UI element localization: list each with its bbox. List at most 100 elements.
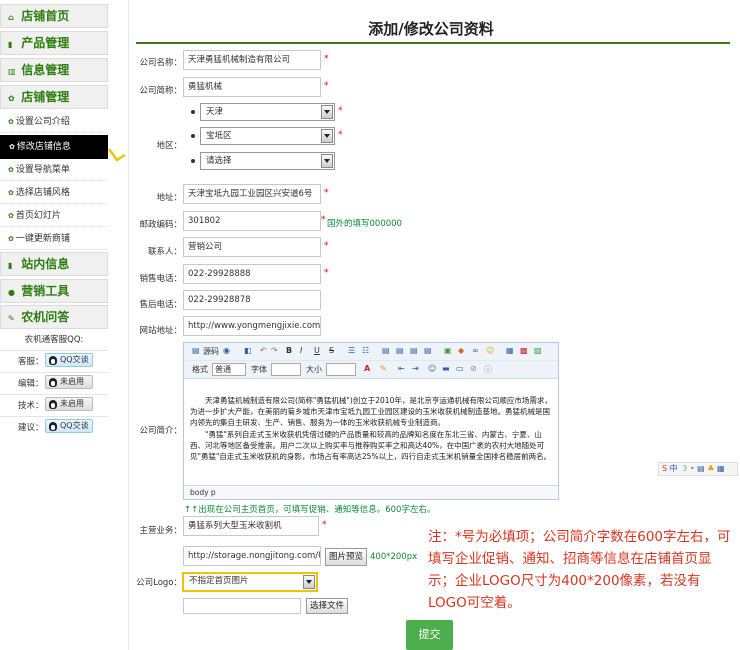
choose-file-button[interactable]: 选择文件 (306, 598, 348, 614)
chevron-down-icon (321, 154, 333, 168)
source-button[interactable]: 源码 (203, 346, 219, 357)
sales-phone-label: 销售电话： (139, 274, 182, 284)
align-left-icon[interactable]: ▤ (382, 346, 390, 355)
ime-toolbar[interactable]: S 中 ☽ • ▤ ♣ ▦ (658, 462, 738, 476)
emoticon-icon[interactable]: ☺ (486, 346, 494, 355)
title-divider (136, 42, 730, 44)
sidebar-section-qa[interactable]: ✎ 农机问答 (0, 305, 108, 329)
chevron-down-icon (303, 575, 315, 589)
qq-row: 编辑： 未启用 (0, 372, 108, 392)
intro-paragraph-1[interactable]: 天津勇猛机械制造有限公司(简称"勇猛机械")创立于2010年，是北京亨运通机械有… (190, 395, 552, 428)
address-label: 地址： (156, 193, 182, 203)
submit-button[interactable]: 提交 (406, 620, 453, 650)
page-title: 添加/修改公司资料 (368, 20, 494, 38)
align-right-icon[interactable]: ▤ (410, 346, 418, 355)
intro-paragraph-2[interactable]: "勇猛"系列自走式玉米收获机凭借过硬的产品质量和较高的品牌知名度在东北三省、内蒙… (190, 429, 552, 462)
intro-hint: ↑↑出现在公司主页首页，可填写促销、通知等信息。600字左右。 (184, 505, 436, 515)
editor-toolbar: ▤ 源码 ◉ ◧ ↶ ↷ B I U S ☰ ☷ ▤ ▤ ▤ ▤ ▣ ◆ ∞ ☺… (184, 343, 558, 361)
gear-icon: ✿ (8, 118, 14, 126)
sales-phone-input[interactable]: 022-29928888 (183, 264, 321, 284)
sidebar-section-shop[interactable]: ✿ 店铺管理 (0, 85, 108, 109)
special-char-icon[interactable]: ▩ (520, 346, 528, 355)
short-name-label: 公司简称： (139, 86, 182, 96)
qq-icon (49, 422, 57, 431)
qq-chat-button[interactable]: 未启用 (45, 397, 93, 411)
redo-icon[interactable]: ↷ (271, 346, 278, 355)
sidebar-section-products[interactable]: ▮ 产品管理 (0, 31, 108, 55)
district-select[interactable]: 宝坻区 (200, 127, 335, 145)
file-path-input[interactable] (183, 598, 301, 614)
align-center-icon[interactable]: ▤ (396, 346, 404, 355)
list-icon: ▮ (8, 40, 13, 49)
editor-toolbar: 格式 普通 字体 大小 A ✎ ⇤ ⇥ ☺ ▬ ▭ ⊘ ⓘ (184, 361, 558, 379)
list-bullet (191, 159, 195, 163)
maximize-icon[interactable]: ▨ (534, 346, 542, 355)
flash-icon[interactable]: ◆ (458, 346, 464, 355)
tool-icon: ● (8, 288, 15, 297)
justify-icon[interactable]: ▤ (424, 346, 432, 355)
sidebar-item-shop-style[interactable]: ✿ 选择店铺风格 (0, 182, 108, 204)
postcode-input[interactable]: 301802 (183, 211, 321, 231)
qq-row: 技术： 未启用 (0, 394, 108, 414)
service-phone-input[interactable]: 022-29928878 (183, 290, 321, 310)
sidebar-section-marketing[interactable]: ● 营销工具 (0, 279, 108, 303)
text-color-icon[interactable]: A (364, 364, 370, 373)
sidebar-item-nav-menu[interactable]: ✿ 设置导航菜单 (0, 159, 108, 181)
required-mark: * (324, 268, 329, 278)
highlight-icon[interactable]: ✎ (380, 364, 387, 373)
preview-icon[interactable]: ◉ (223, 346, 230, 355)
qq-icon (49, 400, 57, 409)
bold-button[interactable]: B (286, 346, 292, 355)
website-input[interactable]: http://www.yongmengjixie.com (183, 316, 321, 336)
qq-chat-button[interactable]: 未启用 (45, 375, 93, 389)
pagebreak-icon[interactable]: ▭ (456, 364, 464, 373)
font-select[interactable] (271, 363, 301, 376)
hr-icon[interactable]: ▬ (442, 364, 450, 373)
undo-icon[interactable]: ↶ (260, 346, 267, 355)
smiley-icon[interactable]: ☺ (428, 364, 436, 373)
sidebar-section-info[interactable]: ▥ 信息管理 (0, 58, 108, 82)
image-icon[interactable]: ▣ (444, 346, 452, 355)
keyboard-icon: ▤ (697, 464, 705, 473)
ordered-list-icon[interactable]: ☰ (348, 346, 355, 355)
contact-input[interactable]: 营销公司 (183, 237, 321, 257)
company-name-input[interactable]: 天津勇猛机械制造有限公司 (183, 50, 321, 70)
sidebar-item-company-intro[interactable]: ✿ 设置公司介绍 (0, 111, 108, 133)
qq-icon (49, 378, 57, 387)
bullet-list-icon[interactable]: ☷ (362, 346, 369, 355)
size-select[interactable] (326, 363, 356, 376)
link-icon[interactable]: ∞ (472, 346, 479, 355)
instruction-note: 注：*号为必填项；公司简介字数在600字左右，可填写企业促销、通知、招商等信息在… (428, 529, 731, 611)
logo-label: 公司Logo： (136, 578, 182, 588)
logo-url-input[interactable]: http://storage.nongjitong.com/Up (183, 546, 321, 566)
short-name-input[interactable]: 勇猛机械 (183, 77, 321, 97)
gear-icon: ✿ (9, 143, 15, 151)
table-icon[interactable]: ▦ (506, 346, 514, 355)
logo-select[interactable]: 不指定首页图片 (182, 572, 318, 592)
province-select[interactable]: 天津 (200, 103, 335, 121)
town-select[interactable]: 请选择 (200, 152, 335, 170)
address-input[interactable]: 天津宝坻九园工业园区兴安道6号 (183, 184, 321, 204)
underline-button[interactable]: U (314, 346, 320, 355)
postcode-label: 邮政编码： (139, 220, 182, 230)
strike-button[interactable]: S (329, 346, 334, 355)
clear-format-icon[interactable]: ⊘ (470, 364, 477, 373)
format-select[interactable]: 普通 (212, 363, 246, 376)
sidebar-item-slideshow[interactable]: ✿ 首页幻灯片 (0, 205, 108, 227)
sidebar-section-home[interactable]: ⌂ 店铺首页 (0, 4, 108, 28)
required-mark: * (324, 241, 329, 251)
outdent-icon[interactable]: ⇤ (398, 364, 405, 373)
sidebar-item-edit-shop[interactable]: ✿ 修改店铺信息 (0, 135, 108, 159)
qq-header: 农机通客服QQ: (24, 335, 84, 345)
main-business-input[interactable]: 勇猛系列大型玉米收割机 (183, 516, 319, 536)
indent-icon[interactable]: ⇥ (412, 364, 419, 373)
qq-chat-button[interactable]: QQ交谈 (45, 353, 93, 367)
sidebar-item-update-shop[interactable]: ✿ 一键更新商铺 (0, 228, 108, 250)
qq-chat-button[interactable]: QQ交谈 (45, 419, 93, 433)
italic-button[interactable]: I (300, 346, 302, 355)
sidebar-section-messages[interactable]: ▮ 站内信息 (0, 252, 108, 276)
image-preview-button[interactable]: 图片预览 (325, 548, 367, 566)
find-icon[interactable]: ◧ (244, 346, 252, 355)
source-icon: ▤ (192, 346, 200, 355)
about-icon[interactable]: ⓘ (484, 364, 492, 375)
